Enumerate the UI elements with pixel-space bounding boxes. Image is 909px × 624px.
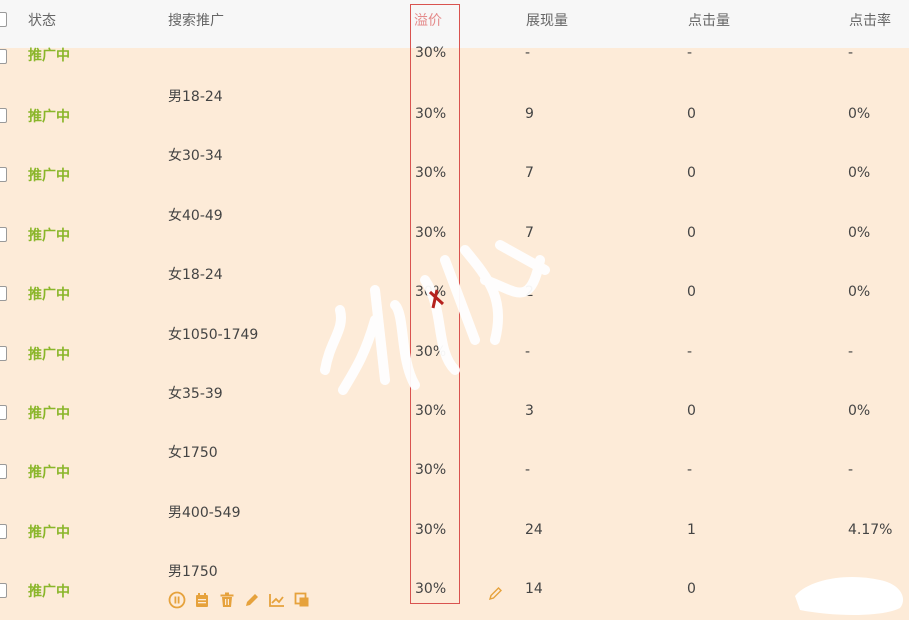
chart-icon[interactable] xyxy=(268,591,286,609)
row-actions xyxy=(168,591,311,609)
row-name[interactable]: 女18-24 xyxy=(168,264,223,284)
clicks-value: 0 xyxy=(687,581,696,598)
header-clicks[interactable]: 点击量 xyxy=(688,10,730,30)
status-badge: 推广中 xyxy=(28,584,70,601)
row-name[interactable]: 女40-49 xyxy=(168,205,223,225)
copy-icon[interactable] xyxy=(293,591,311,609)
calendar-icon[interactable] xyxy=(193,591,211,609)
row-name[interactable]: 女30-34 xyxy=(168,145,223,165)
watermark xyxy=(315,220,555,404)
row-name[interactable]: 男400-549 xyxy=(168,502,241,522)
row-name[interactable]: 女1750 xyxy=(168,442,218,462)
edit-icon[interactable] xyxy=(243,591,261,609)
redaction-blot xyxy=(790,568,909,624)
row-name[interactable]: 女35-39 xyxy=(168,383,223,403)
premium-edit-icon[interactable] xyxy=(488,585,504,601)
row-checkbox[interactable] xyxy=(0,583,7,599)
row-name[interactable]: 男18-24 xyxy=(168,86,223,106)
row-name[interactable]: 女1050-1749 xyxy=(168,324,258,344)
pause-icon[interactable] xyxy=(168,591,186,609)
select-all-checkbox[interactable] xyxy=(0,12,7,27)
header-ctr[interactable]: 点击率 xyxy=(849,10,891,30)
header-impressions[interactable]: 展现量 xyxy=(526,10,568,30)
row-name[interactable]: 男1750 xyxy=(168,561,218,581)
impressions-value: 14 xyxy=(525,581,543,598)
header-search-promo[interactable]: 搜索推广 xyxy=(168,10,224,30)
header-status[interactable]: 状态 xyxy=(28,10,56,30)
delete-icon[interactable] xyxy=(218,591,236,609)
